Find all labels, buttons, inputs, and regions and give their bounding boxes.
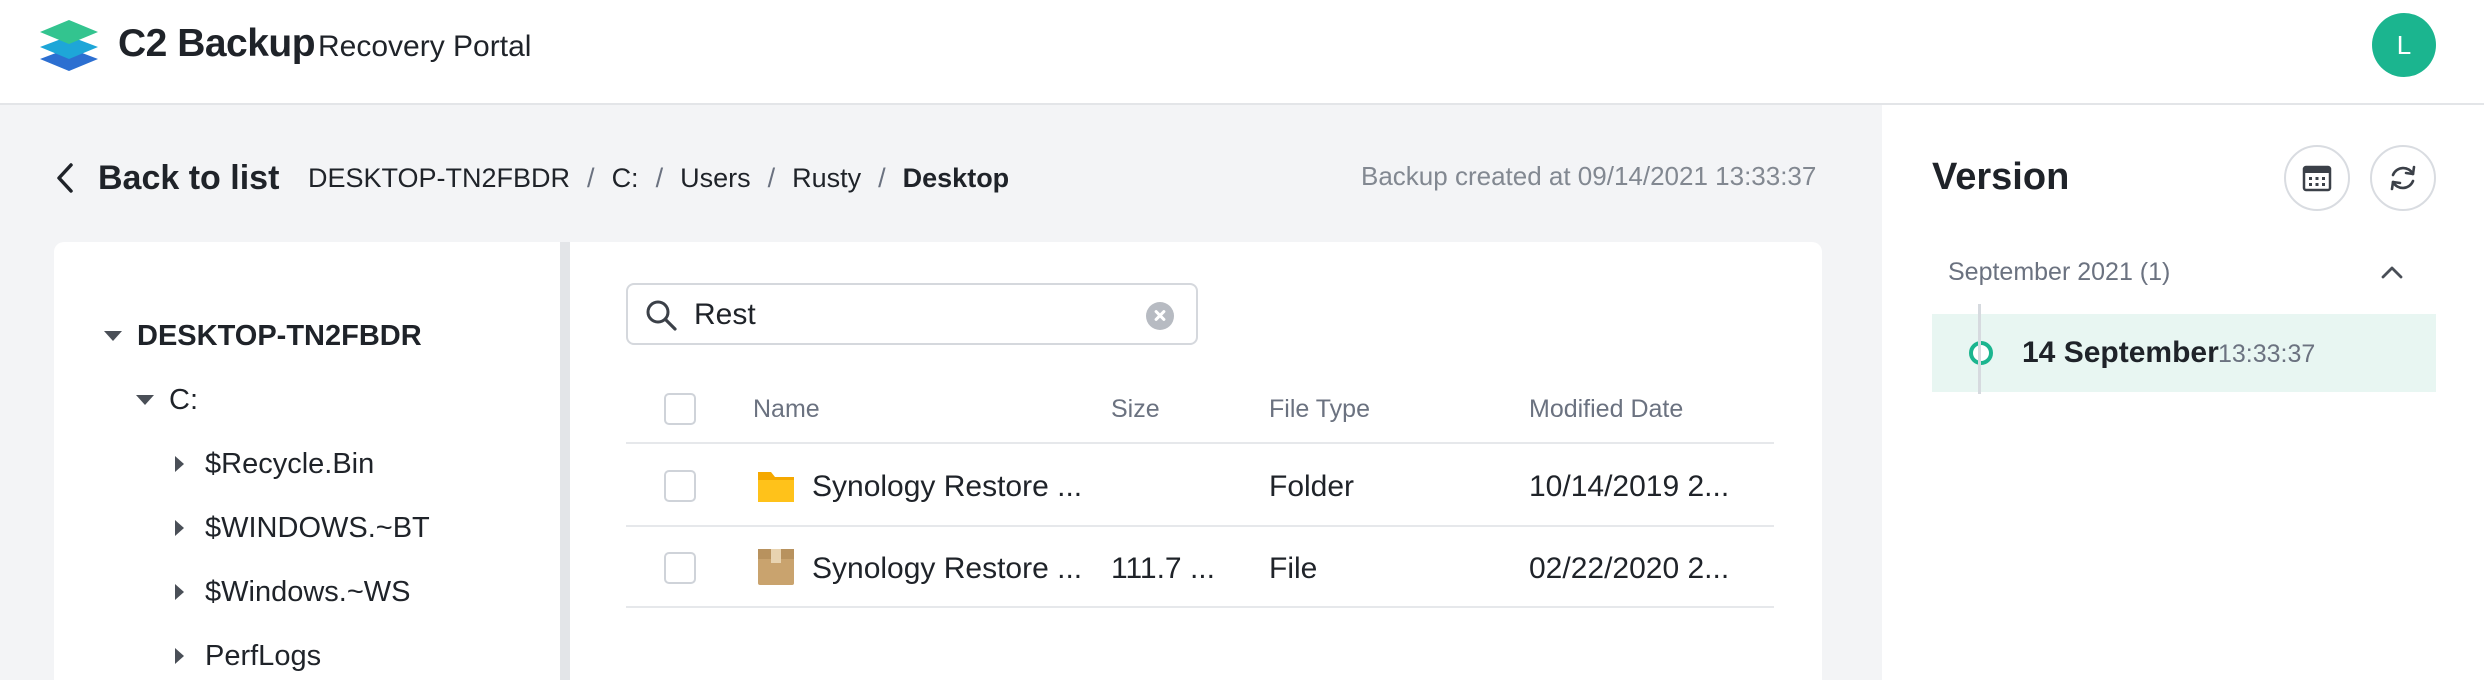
tree-item-perflogs[interactable]: PerfLogs [175, 634, 321, 678]
row-modified-date: 10/14/2019 2... [1529, 470, 1730, 503]
version-title: Version [1932, 156, 2070, 198]
row-size: 111.7 ... [1111, 552, 1215, 585]
version-month-label: September 2021 (1) [1948, 258, 2171, 286]
tree-item-label: $WINDOWS.~BT [205, 511, 430, 544]
column-header-name[interactable]: Name [753, 395, 820, 424]
row-name: Synology Restore ... [812, 552, 1083, 585]
breadcrumb-rusty[interactable]: Rusty [792, 163, 861, 194]
brand-subtitle: Recovery Portal [318, 30, 532, 63]
clear-icon[interactable] [1146, 302, 1174, 330]
chevron-up-icon[interactable] [2379, 262, 2405, 282]
timeline-dot-icon [1969, 341, 1993, 365]
column-header-file-type[interactable]: File Type [1269, 395, 1370, 424]
breadcrumb-users[interactable]: Users [680, 163, 751, 194]
tree-item-label: DESKTOP-TN2FBDR [137, 319, 422, 352]
version-time: 13:33:37 [2218, 340, 2316, 368]
breadcrumb-separator: / [587, 162, 595, 193]
package-icon [758, 549, 794, 585]
panel-splitter[interactable] [560, 242, 570, 680]
caret-right-icon[interactable] [175, 584, 184, 600]
version-item[interactable]: 14 September 13:33:37 [1932, 314, 2436, 392]
tree-item-label: C: [169, 383, 198, 416]
breadcrumb: DESKTOP-TN2FBDR / C: / Users / Rusty / D… [308, 160, 1009, 196]
breadcrumb-drive[interactable]: C: [612, 163, 639, 194]
refresh-icon [2390, 165, 2416, 191]
breadcrumb-separator: / [767, 162, 776, 193]
caret-down-icon[interactable] [136, 395, 154, 405]
timeline-line [1978, 304, 1981, 394]
brand-name: C2 Backup [118, 22, 316, 65]
tree-item-device[interactable]: DESKTOP-TN2FBDR [104, 314, 422, 358]
row-checkbox[interactable] [664, 470, 696, 502]
search-icon [646, 300, 677, 331]
tree-item-label: $Recycle.Bin [205, 447, 375, 480]
calendar-icon [2302, 165, 2332, 192]
row-checkbox[interactable] [664, 552, 696, 584]
select-all-checkbox[interactable] [664, 393, 696, 425]
caret-right-icon[interactable] [175, 648, 184, 664]
chevron-left-icon [57, 163, 73, 193]
tree-item-label: $Windows.~WS [205, 575, 411, 608]
backup-created-info: Backup created at 09/14/2021 13:33:37 [1361, 161, 1817, 191]
breadcrumb-desktop: Desktop [902, 162, 1010, 193]
tree-item-windows-ws[interactable]: $Windows.~WS [175, 570, 410, 614]
back-to-list-label: Back to list [98, 158, 280, 197]
row-divider [626, 525, 1774, 527]
table-header-divider [626, 442, 1774, 444]
refresh-button[interactable] [2370, 145, 2436, 211]
breadcrumb-separator: / [878, 162, 886, 193]
caret-right-icon[interactable] [175, 456, 184, 472]
row-file-type: Folder [1269, 470, 1355, 503]
tree-item-label: PerfLogs [205, 639, 322, 672]
caret-right-icon[interactable] [175, 520, 184, 536]
column-header-modified-date[interactable]: Modified Date [1529, 395, 1683, 424]
breadcrumb-device[interactable]: DESKTOP-TN2FBDR [308, 163, 570, 194]
user-avatar[interactable]: L [2372, 13, 2436, 77]
tree-item-recycle-bin[interactable]: $Recycle.Bin [175, 442, 374, 486]
search-box [626, 283, 1198, 345]
breadcrumb-separator: / [655, 162, 664, 193]
tree-item-windows-bt[interactable]: $WINDOWS.~BT [175, 506, 430, 550]
row-divider [626, 606, 1774, 608]
version-month-group[interactable]: September 2021 (1) [1932, 252, 2436, 296]
row-modified-date: 02/22/2020 2... [1529, 552, 1730, 585]
search-input[interactable] [694, 296, 1114, 334]
folder-icon [758, 472, 794, 502]
version-date: 14 September [2022, 336, 2219, 369]
column-header-size[interactable]: Size [1111, 395, 1160, 424]
folder-tree-panel: DESKTOP-TN2FBDR C: $Recycle.Bin $WINDOWS… [54, 242, 560, 680]
calendar-button[interactable] [2284, 145, 2350, 211]
back-to-list-button[interactable]: Back to list [52, 156, 279, 200]
c2-backup-logo-icon [40, 20, 98, 71]
caret-down-icon[interactable] [104, 331, 122, 341]
row-name: Synology Restore ... [812, 470, 1083, 503]
tree-item-drive[interactable]: C: [136, 378, 198, 422]
app-header: C2 Backup Recovery Portal L [0, 0, 2484, 105]
row-file-type: File [1269, 552, 1318, 585]
